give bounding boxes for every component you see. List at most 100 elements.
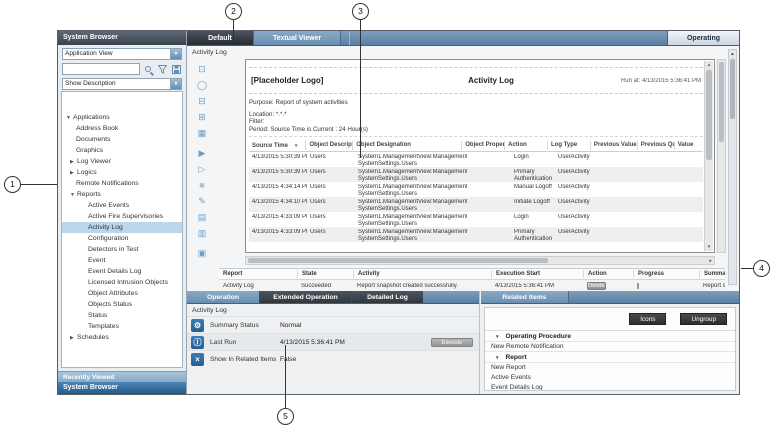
col-previous-quality[interactable]: Previous Quality: [637, 141, 674, 150]
report-horizontal-scrollbar[interactable]: ►: [245, 256, 715, 265]
chevron-down-icon[interactable]: ▼: [170, 79, 181, 89]
icons-button[interactable]: Icons: [629, 313, 666, 325]
collapse-arrow-icon[interactable]: ▼: [495, 355, 499, 360]
tab-detailed-log[interactable]: Detailed Log: [351, 291, 423, 303]
export-pdf-icon[interactable]: ▤: [195, 210, 209, 224]
layout-split-icon[interactable]: ⊞: [195, 110, 209, 124]
tree-item-event[interactable]: Event: [62, 255, 182, 266]
search-icon[interactable]: [142, 63, 154, 75]
tree-item-logics[interactable]: ▶Logics: [62, 167, 182, 178]
tree-item-status[interactable]: Status: [62, 310, 182, 321]
table-row[interactable]: 4/13/2015 5:30:39 PM Users System1.Manag…: [249, 152, 703, 167]
related-item-active-events[interactable]: Active Events: [485, 373, 735, 383]
status-row[interactable]: Activity Log Succeeded Report snapshot c…: [219, 280, 725, 291]
col-action[interactable]: Action: [504, 141, 547, 150]
col-report[interactable]: Report: [219, 270, 297, 278]
tree-item-log-viewer[interactable]: ▶Log Viewer: [62, 156, 182, 167]
tree-item-schedules[interactable]: ▶Schedules: [62, 332, 182, 343]
tree-item-event-details-log[interactable]: Event Details Log: [62, 266, 182, 277]
export-excel-icon[interactable]: ▥: [195, 226, 209, 240]
run-options-icon[interactable]: ▷: [195, 162, 209, 176]
col-progress[interactable]: Progress: [633, 270, 699, 278]
col-log-type[interactable]: Log Type: [547, 141, 590, 150]
col-activity[interactable]: Activity: [353, 270, 491, 278]
table-row[interactable]: 4/13/2015 4:33:09 PM Users System1.Manag…: [249, 212, 703, 227]
collapse-arrow-icon[interactable]: ▼: [70, 190, 77, 200]
property-row-show-in-related-items[interactable]: × Show In Related Items False: [187, 350, 479, 367]
stop-icon[interactable]: ■: [195, 178, 209, 192]
property-row-last-run[interactable]: Ⓘ Last Run 4/13/2015 5:36:41 PM Execute: [187, 333, 479, 350]
tab-operation[interactable]: Operation: [187, 291, 259, 303]
scrollbar-thumb[interactable]: [248, 258, 548, 263]
tab-textual-viewer[interactable]: Textual Viewer: [253, 31, 341, 45]
refresh-icon[interactable]: ◯: [195, 78, 209, 92]
sort-arrow-icon[interactable]: ▼: [294, 143, 298, 148]
tab-extended-operation[interactable]: Extended Operation: [259, 291, 351, 303]
description-selector-dropdown[interactable]: Show Description ▼: [62, 78, 182, 90]
delete-button[interactable]: Delete: [587, 282, 606, 290]
expand-arrow-icon[interactable]: ▶: [70, 168, 77, 178]
scrollbar-thumb[interactable]: [719, 62, 724, 142]
viewer-vertical-scrollbar[interactable]: [717, 59, 726, 253]
col-previous-value[interactable]: Previous Value: [590, 141, 637, 150]
view-selector-dropdown[interactable]: Application View ▼: [62, 48, 182, 60]
related-item-event-details-log[interactable]: Event Details Log: [485, 383, 735, 391]
tree-item-documents[interactable]: Documents: [62, 134, 182, 145]
col-value[interactable]: Value: [674, 141, 703, 150]
table-row[interactable]: 4/13/2015 4:34:10 PM Users System1.Manag…: [249, 197, 703, 212]
run-report-icon[interactable]: ▶: [195, 146, 209, 160]
tree-item-remote-notifications[interactable]: Remote Notifications: [62, 178, 182, 189]
system-browser-tab[interactable]: System Browser: [58, 382, 186, 394]
col-source-time[interactable]: Source Time▼: [249, 141, 305, 150]
report-vertical-scrollbar[interactable]: ▲ ▼: [704, 61, 713, 251]
expand-arrow-icon[interactable]: ▶: [70, 157, 77, 167]
expand-arrow-icon[interactable]: ▶: [70, 333, 77, 343]
ungroup-button[interactable]: Ungroup: [680, 313, 727, 325]
table-row[interactable]: 4/13/2015 5:30:39 PM Users System1.Manag…: [249, 167, 703, 182]
tab-related-items[interactable]: Related Items: [481, 291, 569, 303]
group-operating-procedure[interactable]: ▼Operating Procedure: [485, 331, 735, 342]
tree-item-object-attributes[interactable]: Object Attributes: [62, 288, 182, 299]
tree-item-applications[interactable]: ▼Applications: [62, 112, 182, 123]
tab-default[interactable]: Default: [187, 31, 253, 45]
scrollbar-thumb[interactable]: [730, 59, 735, 119]
edit-icon[interactable]: ✎: [195, 194, 209, 208]
tree-item-reports[interactable]: ▼Reports: [62, 189, 182, 200]
scroll-down-icon[interactable]: ▼: [705, 243, 713, 251]
tree-item-active-fire-supervisories[interactable]: Active Fire Supervisories: [62, 211, 182, 222]
operating-mode-label[interactable]: Operating: [667, 31, 739, 45]
tree-item-objects-status[interactable]: Objects Status: [62, 299, 182, 310]
zoom-fit-icon[interactable]: ⊡: [195, 62, 209, 76]
col-object-description[interactable]: Object Description: [305, 141, 352, 150]
collapse-arrow-icon[interactable]: ▼: [495, 334, 499, 339]
group-report[interactable]: ▼Report: [485, 352, 735, 363]
save-icon[interactable]: [170, 63, 182, 75]
col-object-property[interactable]: Object Property: [461, 141, 504, 150]
related-item-new-remote-notification[interactable]: New Remote Notification: [485, 342, 735, 352]
recently-viewed-tab[interactable]: Recently Viewed: [58, 371, 186, 382]
tree-item-configuration[interactable]: Configuration: [62, 233, 182, 244]
layout-grid-icon[interactable]: ▦: [195, 126, 209, 140]
filter-icon[interactable]: [156, 63, 168, 75]
tree-item-templates[interactable]: Templates: [62, 321, 182, 332]
col-object-designation[interactable]: Object Designation: [352, 141, 461, 150]
tree-item-graphics[interactable]: Graphics: [62, 145, 182, 156]
scroll-right-icon[interactable]: ►: [709, 257, 713, 265]
chevron-down-icon[interactable]: ▼: [170, 49, 181, 59]
table-row[interactable]: 4/13/2015 4:33:09 PM Users System1.Manag…: [249, 227, 703, 242]
tree-item-licensed-intrusion-objects[interactable]: Licensed Intrusion Objects: [62, 277, 182, 288]
col-state[interactable]: State: [297, 270, 353, 278]
snapshot-icon[interactable]: ▣: [195, 246, 209, 260]
content-vertical-scrollbar[interactable]: ▲: [728, 49, 737, 285]
col-summary[interactable]: Summary: [699, 270, 725, 278]
layout-report-icon[interactable]: ⊟: [195, 94, 209, 108]
tree-item-detectors-in-test[interactable]: Detectors in Test: [62, 244, 182, 255]
related-item-new-report[interactable]: New Report: [485, 363, 735, 373]
tree-item-active-events[interactable]: Active Events: [62, 200, 182, 211]
col-execution-start[interactable]: Execution Start: [491, 270, 583, 278]
col-action[interactable]: Action: [583, 270, 633, 278]
execute-button[interactable]: Execute: [431, 338, 473, 347]
search-input[interactable]: [62, 63, 140, 75]
tree-item-activity-log[interactable]: Activity Log: [62, 222, 182, 233]
property-row-summary-status[interactable]: ⚙ Summary Status Normal: [187, 316, 479, 333]
